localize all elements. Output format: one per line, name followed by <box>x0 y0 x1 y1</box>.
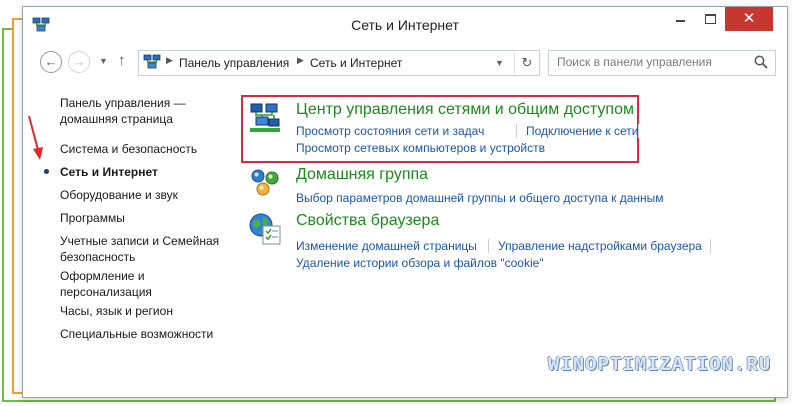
title-bar[interactable]: Сеть и Интернет ✕ <box>23 7 787 43</box>
nav-item-system-security[interactable]: Система и безопасность <box>60 141 197 157</box>
link-divider <box>638 124 639 138</box>
nav-item-label: персонализация <box>60 285 152 299</box>
manage-addons-link[interactable]: Управление надстройками браузера <box>498 239 702 253</box>
nav-item-accessibility[interactable]: Специальные возможности <box>60 326 213 342</box>
back-button[interactable]: ← <box>40 51 62 73</box>
nav-item-user-accounts[interactable]: Учетные записи и Семейная безопасность <box>60 233 219 265</box>
internet-options-icon[interactable] <box>248 212 284 246</box>
nav-item-hardware-sound[interactable]: Оборудование и звук <box>60 187 178 203</box>
category-title-link[interactable]: Домашняя группа <box>296 166 428 184</box>
chevron-down-icon: ▼ <box>495 58 504 68</box>
refresh-icon: ↻ <box>521 55 533 70</box>
close-icon: ✕ <box>742 10 756 27</box>
category-title-link[interactable]: Центр управления сетями и общим доступом <box>296 101 634 119</box>
up-button[interactable]: ↑ <box>118 52 126 69</box>
minimize-button[interactable] <box>665 7 695 31</box>
current-item-bullet-icon <box>44 169 49 174</box>
nav-item-label: Сеть и Интернет <box>60 165 158 179</box>
close-button[interactable]: ✕ <box>725 7 773 31</box>
breadcrumb-separator-icon[interactable]: ▶ <box>166 55 173 66</box>
navigation-bar: ← → ▼ ↑ ▶ Панель управления ▶ Сеть и Инт… <box>23 47 787 79</box>
nav-item-label: Учетные записи и Семейная <box>60 234 220 248</box>
breadcrumb-separator-icon[interactable]: ▶ <box>297 55 304 66</box>
chevron-down-icon: ▼ <box>99 56 108 66</box>
link-divider <box>516 124 517 138</box>
minimize-icon <box>675 20 685 22</box>
delete-history-link[interactable]: Удаление истории обзора и файлов "cookie… <box>296 256 544 270</box>
homegroup-icon[interactable] <box>248 166 284 200</box>
network-location-icon <box>143 54 161 69</box>
nav-item-control-panel-home[interactable]: Панель управления — домашняя страница <box>60 95 186 127</box>
maximize-button[interactable] <box>695 7 725 31</box>
watermark: WINOPTIMIZATION.RU <box>548 354 772 376</box>
nav-item-label: домашняя страница <box>60 112 173 126</box>
address-history-dropdown[interactable]: ▼ <box>495 58 504 68</box>
link-divider <box>488 239 489 253</box>
maximize-icon <box>704 14 716 24</box>
link-divider <box>710 239 711 253</box>
nav-item-programs[interactable]: Программы <box>60 210 125 226</box>
category-title-link[interactable]: Свойства браузера <box>296 212 439 230</box>
recent-locations-dropdown[interactable]: ▼ <box>99 56 108 66</box>
nav-item-label: безопасность <box>60 250 136 264</box>
arrow-right-icon: → <box>72 54 86 69</box>
change-home-page-link[interactable]: Изменение домашней страницы <box>296 239 477 253</box>
connect-to-network-link[interactable]: Подключение к сети <box>526 124 638 138</box>
nav-item-network-internet[interactable]: Сеть и Интернет <box>44 164 158 180</box>
nav-item-clock-language[interactable]: Часы, язык и регион <box>60 303 173 319</box>
view-network-computers-link[interactable]: Просмотр сетевых компьютеров и устройств <box>296 141 545 155</box>
view-network-status-link[interactable]: Просмотр состояния сети и задач <box>296 124 484 138</box>
nav-item-appearance[interactable]: Оформление и персонализация <box>60 268 152 300</box>
search-icon[interactable] <box>753 54 769 70</box>
arrow-left-icon: ← <box>44 54 58 69</box>
address-bar[interactable]: ▶ Панель управления ▶ Сеть и Интернет ▼ … <box>138 50 540 76</box>
nav-item-label: Панель управления — <box>60 96 186 110</box>
forward-button[interactable]: → <box>68 51 90 73</box>
breadcrumb-network-internet[interactable]: Сеть и Интернет <box>310 56 402 70</box>
control-panel-window: Сеть и Интернет ✕ ← → ▼ ↑ ▶ Панель управ… <box>22 6 788 398</box>
breadcrumb-control-panel[interactable]: Панель управления <box>179 56 289 70</box>
nav-item-label: Оформление и <box>60 269 145 283</box>
network-center-icon[interactable] <box>248 101 284 135</box>
arrow-up-icon: ↑ <box>118 52 126 69</box>
search-box[interactable] <box>548 50 776 76</box>
search-input[interactable] <box>549 51 743 73</box>
refresh-button[interactable]: ↻ <box>514 52 539 74</box>
homegroup-options-link[interactable]: Выбор параметров домашней группы и общег… <box>296 191 664 205</box>
